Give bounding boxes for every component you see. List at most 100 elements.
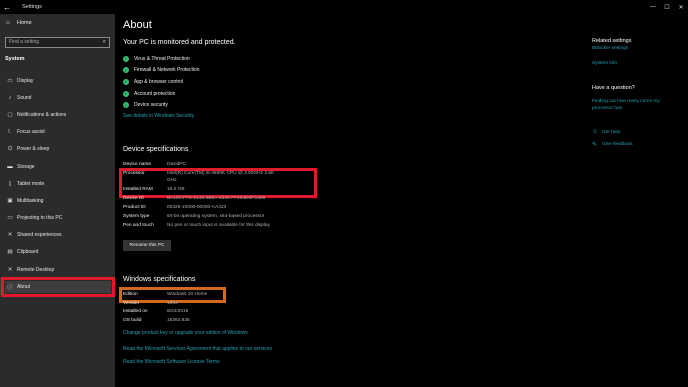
sidebar-item-label: Remote Desktop bbox=[17, 266, 55, 273]
shared-experiences-icon: ✕ bbox=[7, 232, 13, 239]
sound-icon: ♪ bbox=[8, 94, 12, 101]
sidebar-item-display[interactable]: ▭ Display bbox=[0, 72, 115, 89]
services-agreement-link[interactable]: Read the Microsoft Services Agreement th… bbox=[123, 346, 272, 352]
spec-value: DavidPC bbox=[167, 162, 186, 167]
get-help-link[interactable]: ☺ Get help bbox=[592, 129, 620, 135]
sidebar-item-label: Display bbox=[17, 77, 34, 84]
focus-assist-icon: ☾ bbox=[7, 129, 13, 136]
sidebar: ⌂ Home Find a setting ⌕ System ▭ Display… bbox=[0, 14, 115, 387]
check-icon: ✓ bbox=[123, 102, 129, 109]
security-item-label: App & browser control bbox=[134, 78, 184, 85]
info-icon: ⓘ bbox=[7, 284, 13, 291]
window-title: Settings bbox=[22, 4, 42, 10]
sidebar-item-projecting[interactable]: ▭ Projecting to this PC bbox=[0, 210, 115, 227]
table-row: Edition Windows 10 Home bbox=[123, 292, 423, 301]
sidebar-item-remote-desktop[interactable]: ✕ Remote Desktop bbox=[0, 261, 115, 278]
window-controls: — ☐ ✕ bbox=[646, 0, 688, 14]
sidebar-item-label: Power & sleep bbox=[17, 146, 50, 153]
spec-value: 18363.836 bbox=[167, 318, 190, 324]
spec-value: 64-bit operating system, x64-based proce… bbox=[167, 214, 265, 219]
spec-key: Device ID bbox=[123, 196, 144, 201]
list-item: ✓ Account protection bbox=[123, 88, 200, 100]
back-arrow-icon[interactable]: ← bbox=[0, 0, 14, 14]
rename-pc-button[interactable]: Rename this PC bbox=[123, 240, 171, 251]
spec-key: Installed RAM bbox=[123, 187, 153, 192]
spec-value: BA1DAF7D-6149-4B5A-8325-FF264E6FC596 bbox=[167, 196, 266, 201]
check-icon: ✓ bbox=[123, 67, 129, 74]
spec-key: Device name bbox=[123, 162, 151, 167]
sidebar-item-storage[interactable]: ▬ Storage bbox=[0, 158, 115, 175]
table-row: System type 64-bit operating system, x64… bbox=[123, 214, 423, 223]
clipboard-icon: ▤ bbox=[7, 249, 13, 256]
spec-key: Edition bbox=[123, 292, 138, 297]
sidebar-item-tablet-mode[interactable]: ▯ Tablet mode bbox=[0, 175, 115, 192]
sidebar-home[interactable]: ⌂ Home bbox=[6, 20, 32, 26]
spec-key: Pen and touch bbox=[123, 223, 154, 228]
minimize-button[interactable]: — bbox=[646, 0, 660, 14]
table-row: Installed RAM 16.0 GB bbox=[123, 187, 423, 196]
maximize-button[interactable]: ☐ bbox=[660, 0, 674, 14]
sidebar-item-label: Clipboard bbox=[17, 249, 39, 256]
check-icon: ✓ bbox=[123, 55, 129, 62]
feedback-icon: ✎ bbox=[592, 142, 598, 148]
table-row: Product ID 00326-10000-00000-AA423 bbox=[123, 205, 423, 214]
sidebar-item-label: Sound bbox=[17, 94, 32, 101]
search-icon[interactable]: ⌕ bbox=[103, 38, 106, 47]
table-row: Installed on 8/24/2019 bbox=[123, 309, 423, 318]
list-item: ✓ App & browser control bbox=[123, 76, 200, 88]
give-feedback-label: Give feedback bbox=[602, 142, 633, 147]
spec-key: Product ID bbox=[123, 205, 146, 210]
list-item: ✓ Firewall & Network Protection bbox=[123, 65, 200, 77]
system-info-link[interactable]: System info bbox=[592, 61, 617, 66]
spec-value: GHz bbox=[167, 178, 177, 183]
bitlocker-settings-link[interactable]: Bitlocker settings bbox=[592, 46, 628, 51]
sidebar-item-label: Focus assist bbox=[17, 129, 45, 136]
change-product-key-link[interactable]: Change product key or upgrade your editi… bbox=[123, 330, 248, 336]
tablet-icon: ▯ bbox=[8, 180, 12, 187]
get-help-label: Get help bbox=[602, 129, 621, 135]
spec-key: OS build bbox=[123, 318, 142, 324]
sidebar-item-notifications[interactable]: ▢ Notifications & actions bbox=[0, 106, 115, 123]
sidebar-section-title: System bbox=[5, 56, 25, 62]
cores-help-link-line-2[interactable]: processor has bbox=[592, 106, 622, 111]
sidebar-item-sound[interactable]: ♪ Sound bbox=[0, 89, 115, 106]
table-row: Device name DavidPC bbox=[123, 162, 423, 171]
spec-key: Installed on bbox=[123, 309, 148, 315]
table-row: Processor Intel(R) Core(TM) i5-4690K CPU… bbox=[123, 171, 423, 178]
security-item-label: Device security bbox=[134, 102, 168, 109]
sidebar-item-shared-experiences[interactable]: ✕ Shared experiences bbox=[0, 227, 115, 244]
power-icon: ⏻ bbox=[7, 145, 13, 152]
sidebar-item-multitasking[interactable]: ▣ Multitasking bbox=[0, 192, 115, 209]
table-row: Pen and touch No pen or touch input is a… bbox=[123, 223, 423, 232]
spec-key: Processor bbox=[123, 171, 145, 176]
sidebar-item-label: Notifications & actions bbox=[17, 111, 67, 118]
sidebar-item-power[interactable]: ⏻ Power & sleep bbox=[0, 141, 115, 158]
spec-value: Windows 10 Home bbox=[167, 292, 208, 297]
sidebar-item-label: About bbox=[17, 283, 31, 290]
sidebar-item-label: Tablet mode bbox=[17, 180, 45, 187]
sidebar-item-focus-assist[interactable]: ☾ Focus assist bbox=[0, 124, 115, 141]
close-button[interactable]: ✕ bbox=[674, 0, 688, 14]
license-terms-link[interactable]: Read the Microsoft Software License Term… bbox=[123, 359, 220, 365]
spec-key: System type bbox=[123, 214, 150, 219]
search-input[interactable]: Find a setting ⌕ bbox=[5, 37, 110, 48]
sidebar-nav: ▭ Display ♪ Sound ▢ Notifications & acti… bbox=[0, 72, 115, 296]
sidebar-item-about[interactable]: ⓘ About bbox=[0, 278, 115, 296]
page-title: About bbox=[123, 19, 152, 31]
sidebar-item-label: Projecting to this PC bbox=[17, 215, 63, 222]
storage-icon: ▬ bbox=[7, 163, 13, 170]
display-icon: ▭ bbox=[7, 77, 13, 84]
spec-value: 8/24/2019 bbox=[167, 309, 189, 315]
table-row: OS build 18363.836 bbox=[123, 318, 423, 327]
home-icon: ⌂ bbox=[6, 20, 10, 26]
give-feedback-link[interactable]: ✎ Give feedback bbox=[592, 141, 633, 148]
security-item-label: Virus & Threat Protection bbox=[134, 55, 190, 62]
check-icon: ✓ bbox=[123, 78, 129, 85]
security-item-label: Firewall & Network Protection bbox=[134, 67, 200, 74]
notifications-icon: ▢ bbox=[7, 111, 13, 118]
windows-security-link[interactable]: See details in Windows Security bbox=[123, 113, 194, 119]
spec-value: Intel(R) Core(TM) i5-4690K CPU @ 3.50GHz… bbox=[167, 171, 274, 176]
cores-help-link-line-1[interactable]: Finding out how many cores my bbox=[592, 99, 660, 104]
sidebar-item-clipboard[interactable]: ▤ Clipboard bbox=[0, 244, 115, 261]
device-specs-heading: Device specifications bbox=[123, 146, 189, 153]
